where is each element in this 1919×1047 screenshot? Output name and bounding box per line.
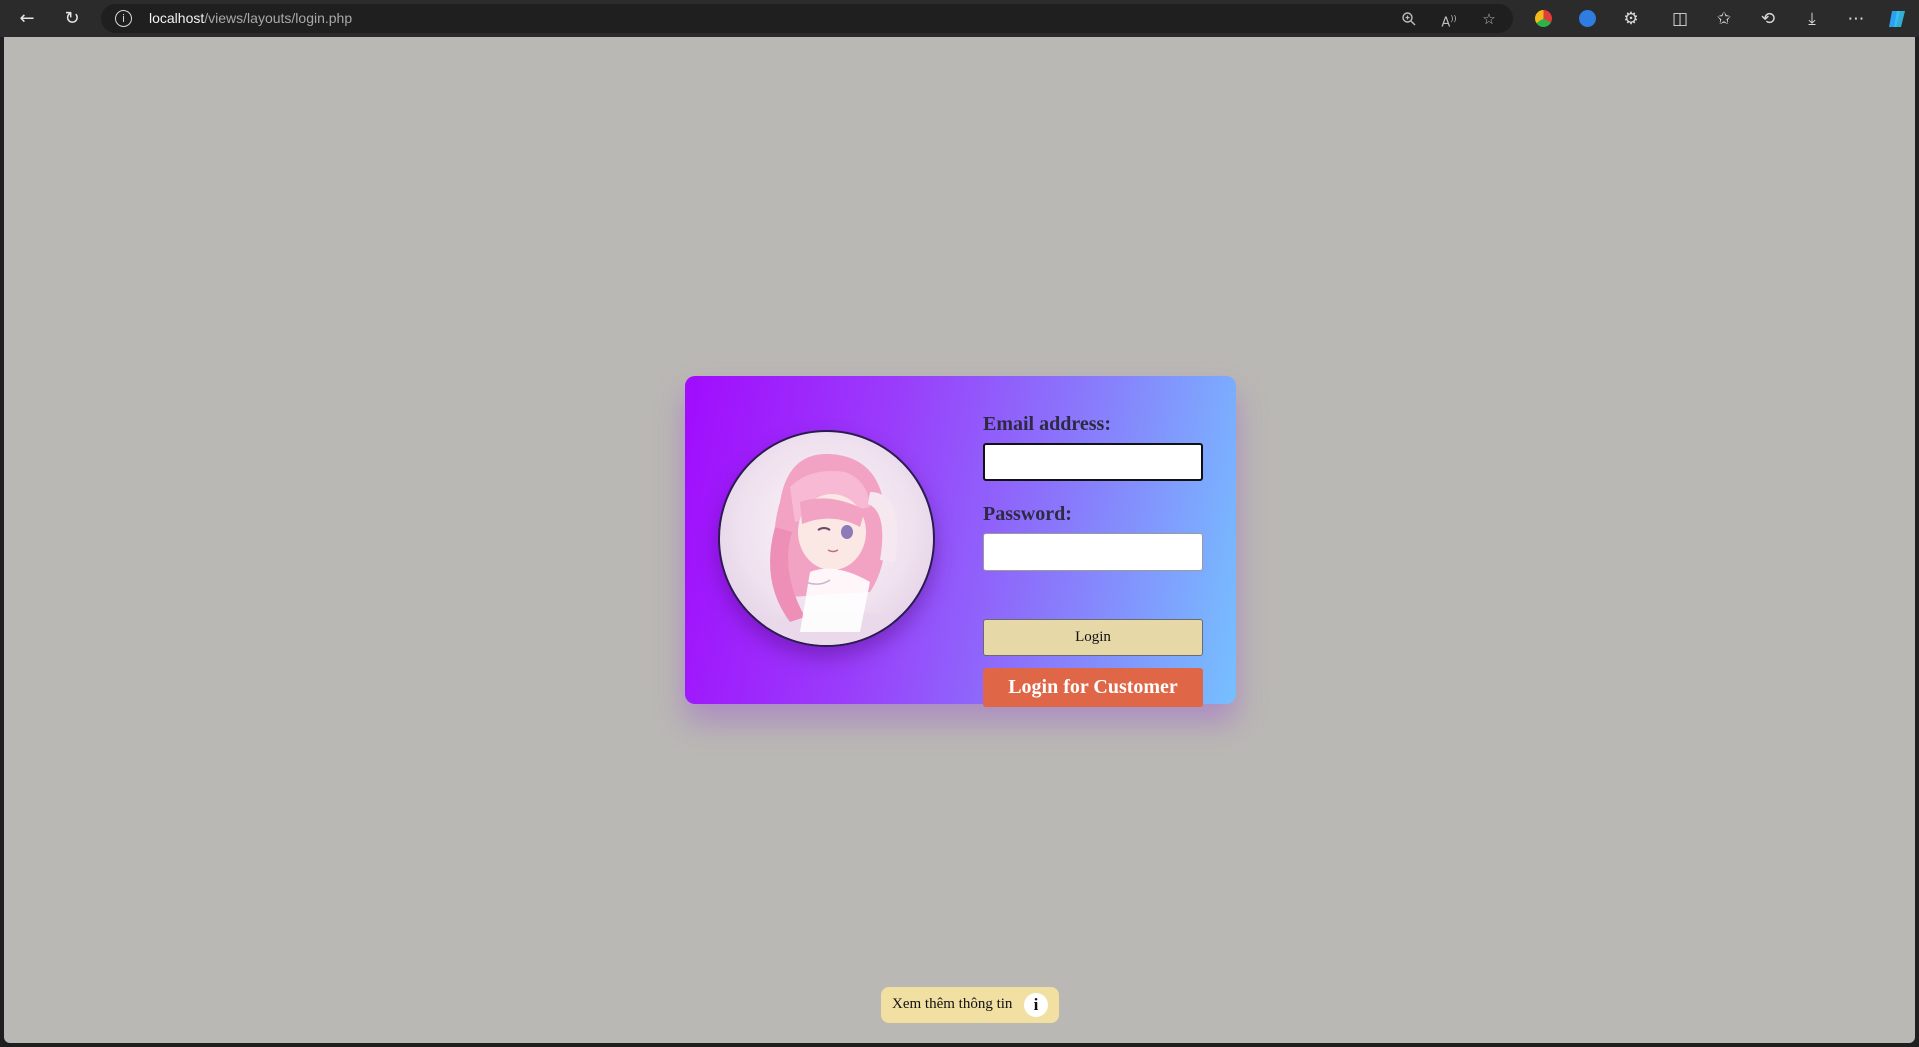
history-icon[interactable]: ⟲: [1755, 6, 1781, 32]
address-bar[interactable]: i localhost/views/layouts/login.php A)) …: [101, 4, 1513, 33]
read-aloud-icon[interactable]: A)): [1438, 8, 1460, 30]
login-button[interactable]: Login: [983, 619, 1203, 656]
more-info-label: Xem thêm thông tin: [892, 996, 1013, 1012]
back-arrow-icon[interactable]: ←: [12, 6, 42, 32]
password-label: Password:: [983, 503, 1072, 525]
split-screen-icon[interactable]: ◫: [1667, 6, 1693, 32]
star-icon[interactable]: ☆: [1478, 8, 1500, 30]
info-icon: i: [1024, 993, 1048, 1017]
url-host: localhost: [149, 10, 205, 26]
login-for-customer-button[interactable]: Login for Customer: [983, 668, 1203, 707]
address-url[interactable]: localhost/views/layouts/login.php: [149, 10, 352, 26]
login-card: Email address: Password: Login Login for…: [685, 376, 1236, 707]
reload-icon[interactable]: ↻: [57, 6, 87, 32]
page-viewport: Email address: Password: Login Login for…: [4, 37, 1915, 1043]
password-field[interactable]: [983, 533, 1203, 571]
email-field[interactable]: [983, 443, 1203, 481]
site-info-icon[interactable]: i: [115, 10, 132, 27]
email-label: Email address:: [983, 413, 1111, 435]
extension-icon[interactable]: [1535, 10, 1552, 27]
download-icon[interactable]: ⤓: [1799, 6, 1825, 32]
extensions-puzzle-icon[interactable]: ⚙: [1618, 6, 1644, 32]
zoom-in-icon[interactable]: [1398, 8, 1420, 30]
favorites-icon[interactable]: ✩: [1711, 6, 1737, 32]
more-info-button[interactable]: Xem thêm thông tin i: [881, 987, 1059, 1023]
url-path: /views/layouts/login.php: [204, 10, 353, 26]
avatar: [718, 430, 935, 647]
login-form: Email address: Password: Login Login for…: [983, 412, 1203, 707]
avatar-illustration: [762, 453, 902, 645]
copilot-icon[interactable]: [1885, 6, 1911, 32]
extension-icon[interactable]: [1579, 10, 1596, 27]
more-icon[interactable]: ⋯: [1843, 6, 1869, 32]
browser-toolbar: ← ↻ i localhost/views/layouts/login.php …: [0, 0, 1919, 37]
